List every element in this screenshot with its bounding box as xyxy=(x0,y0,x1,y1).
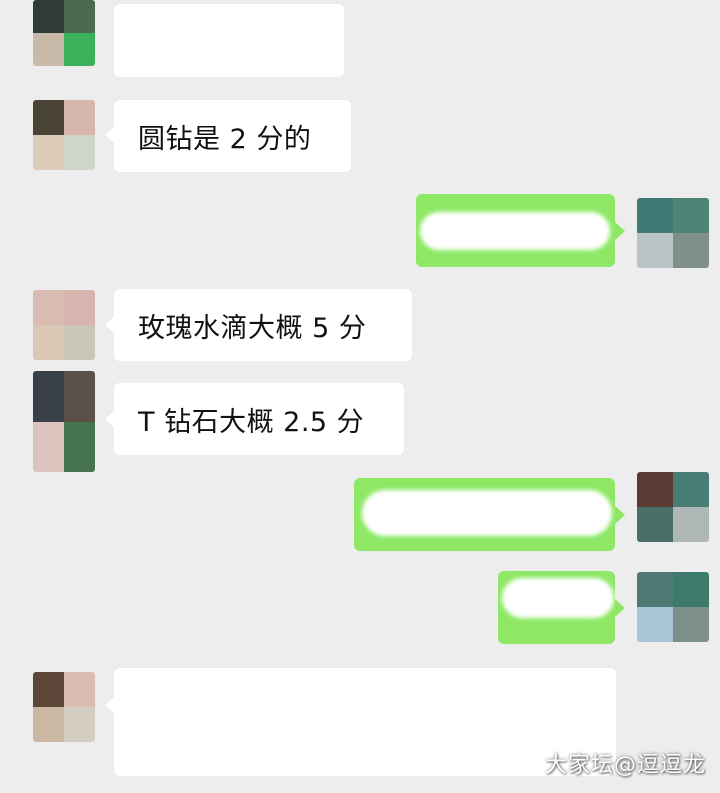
self-avatar[interactable] xyxy=(637,472,709,542)
message-bubble[interactable] xyxy=(114,668,616,776)
contact-avatar[interactable] xyxy=(33,290,95,360)
redaction-scribble xyxy=(420,212,610,250)
message-bubble[interactable]: T 钻石大概 2.5 分 xyxy=(114,383,404,455)
redaction-scribble xyxy=(362,490,612,536)
watermark: 大家坛@逗逗龙 xyxy=(544,753,706,778)
redaction-scribble xyxy=(502,578,614,618)
message-text: T 钻石大概 2.5 分 xyxy=(138,406,365,438)
message-bubble[interactable]: 圆钻是 2 分的 xyxy=(114,100,351,172)
bubble-tail xyxy=(615,506,625,524)
bubble-tail xyxy=(615,222,625,240)
self-avatar[interactable] xyxy=(637,572,709,642)
contact-avatar[interactable] xyxy=(33,371,95,472)
self-avatar[interactable] xyxy=(637,198,709,268)
message-bubble[interactable]: 玫瑰水滴大概 5 分 xyxy=(114,289,412,361)
message-bubble[interactable] xyxy=(114,4,344,77)
contact-avatar[interactable] xyxy=(33,0,95,66)
message-text: 玫瑰水滴大概 5 分 xyxy=(138,312,367,344)
message-text: 圆钻是 2 分的 xyxy=(138,123,312,155)
contact-avatar[interactable] xyxy=(33,672,95,742)
contact-avatar[interactable] xyxy=(33,100,95,170)
bubble-tail xyxy=(615,599,625,617)
